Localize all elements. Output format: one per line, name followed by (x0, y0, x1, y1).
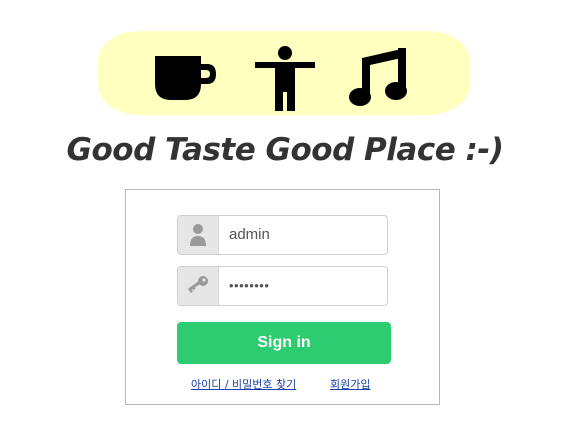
key-icon (188, 276, 208, 294)
user-icon (190, 224, 206, 246)
music-note-icon (349, 48, 407, 106)
password-value[interactable]: •••••••• (229, 267, 269, 305)
accessibility-person-icon (255, 46, 315, 111)
password-field[interactable]: •••••••• (177, 266, 388, 306)
find-id-password-link[interactable]: 아이디 / 비밀번호 찾기 (191, 376, 296, 392)
coffee-cup-icon (155, 56, 216, 100)
username-field[interactable]: admin (177, 215, 388, 255)
username-addon (178, 216, 219, 254)
password-addon (178, 267, 219, 305)
sign-up-link[interactable]: 회원가입 (330, 376, 370, 392)
username-value[interactable]: admin (229, 216, 270, 254)
tagline: Good Taste Good Place :-) (66, 132, 504, 168)
sign-in-button[interactable]: Sign in (177, 322, 391, 364)
